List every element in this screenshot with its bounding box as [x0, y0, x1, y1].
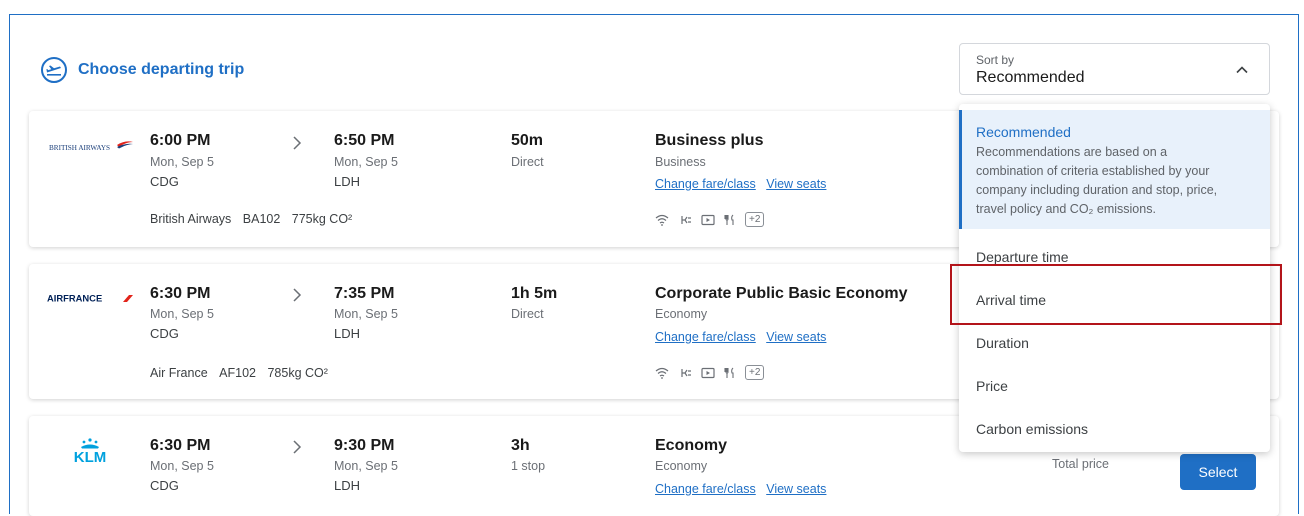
desc-line: travel policy and CO₂ emissions.	[976, 202, 1156, 216]
sort-option-label: Duration	[976, 334, 1029, 351]
sort-option-arrival-time[interactable]: Arrival time	[959, 278, 1270, 321]
departure-date: Mon, Sep 5	[150, 459, 214, 473]
view-seats-link[interactable]: View seats	[766, 330, 826, 344]
co2-emissions: 775kg CO²	[291, 212, 353, 226]
ba-logo-text: BRITISH AIRWAYS	[49, 144, 110, 152]
klm-logo: KLM	[69, 437, 111, 472]
arrival-date: Mon, Sep 5	[334, 155, 398, 169]
departure-time: 6:00 PM	[150, 132, 211, 149]
sort-option-carbon-emissions[interactable]: Carbon emissions	[959, 407, 1270, 450]
cabin-class: Economy	[655, 307, 708, 321]
flight-number: AF102	[219, 366, 256, 380]
british-airways-logo-icon: BRITISH AIRWAYS	[49, 141, 133, 152]
flight-duration: 50m	[511, 132, 544, 149]
airline-name: Air France	[150, 366, 208, 380]
amenities: +2	[655, 365, 765, 380]
sort-options-menu: Recommended Recommendations are based on…	[959, 104, 1270, 452]
arrival-date: Mon, Sep 5	[334, 459, 398, 473]
more-amenities-badge[interactable]: +2	[745, 212, 765, 227]
entertainment-icon	[701, 367, 715, 378]
change-fare-link[interactable]: Change fare/class	[655, 482, 756, 496]
meal-icon	[724, 367, 734, 378]
power-outlet-icon	[681, 368, 691, 377]
arrival-time: 6:50 PM	[334, 132, 395, 149]
arrival-time: 7:35 PM	[334, 285, 395, 302]
meal-icon	[724, 214, 734, 225]
sort-by-value: Recommended	[976, 69, 1085, 86]
power-outlet-icon	[681, 215, 691, 224]
chevron-right-icon	[293, 136, 302, 150]
arrival-airport: LDH	[334, 478, 361, 493]
airline-name: British Airways	[150, 212, 232, 226]
british-airways-logo: BRITISH AIRWAYS	[49, 139, 133, 158]
arrival-airport: LDH	[334, 174, 361, 189]
sort-option-duration[interactable]: Duration	[959, 321, 1270, 364]
fare-name: Corporate Public Basic Economy	[655, 285, 908, 302]
fare-name: Business plus	[655, 132, 764, 149]
flight-duration: 1h 5m	[511, 285, 558, 302]
departure-date: Mon, Sep 5	[150, 155, 214, 169]
arrival-time: 9:30 PM	[334, 437, 395, 454]
arrival-airport: LDH	[334, 326, 361, 341]
view-seats-link[interactable]: View seats	[766, 482, 826, 496]
sort-option-description: Recommendations are based on a combinati…	[976, 143, 1217, 219]
desc-line: combination of criteria established by y…	[976, 164, 1210, 178]
flight-number: BA102	[242, 212, 281, 226]
af-logo-text: AIRFRANCE	[47, 293, 102, 304]
departure-airport: CDG	[150, 326, 179, 341]
view-seats-link[interactable]: View seats	[766, 177, 826, 191]
klm-logo-icon: KLM	[74, 438, 107, 466]
departure-date: Mon, Sep 5	[150, 307, 214, 321]
change-fare-link[interactable]: Change fare/class	[655, 177, 756, 191]
departure-airport: CDG	[150, 174, 179, 189]
select-button[interactable]: Select	[1180, 454, 1256, 490]
entertainment-icon	[701, 214, 715, 225]
plane-circle-icon	[41, 57, 67, 83]
total-price-label: Total price	[1052, 457, 1109, 471]
flight-duration: 3h	[511, 437, 530, 454]
flight-meta: Air France AF102 785kg CO²	[150, 366, 328, 380]
sort-option-price[interactable]: Price	[959, 364, 1270, 407]
wifi-icon	[655, 367, 669, 379]
flight-stops: Direct	[511, 307, 544, 321]
amenities: +2	[655, 212, 765, 227]
trip-header: Choose departing trip	[40, 56, 244, 84]
sort-option-recommended[interactable]: Recommended Recommendations are based on…	[959, 110, 1270, 229]
flight-meta: British Airways BA102 775kg CO²	[150, 212, 352, 226]
change-fare-link[interactable]: Change fare/class	[655, 330, 756, 344]
departure-time: 6:30 PM	[150, 285, 211, 302]
flight-stops: 1 stop	[511, 459, 546, 473]
more-amenities-badge[interactable]: +2	[745, 365, 765, 380]
klm-logo-text: KLM	[74, 449, 107, 466]
sort-option-label: Arrival time	[976, 291, 1047, 308]
sort-by-label: Sort by	[976, 53, 1015, 67]
chevron-right-icon	[293, 440, 302, 454]
wifi-icon	[655, 214, 669, 226]
arrival-date: Mon, Sep 5	[334, 307, 398, 321]
desc-line: company including duration and stop, pri…	[976, 183, 1218, 197]
desc-line: Recommendations are based on a	[976, 145, 1168, 159]
sort-option-departure-time[interactable]: Departure time	[959, 235, 1270, 278]
sort-option-label: Price	[976, 377, 1008, 394]
cabin-class: Business	[655, 155, 706, 169]
sort-option-label: Recommended	[976, 124, 1071, 140]
departure-airport: CDG	[150, 478, 179, 493]
sort-by-dropdown[interactable]: Sort by Recommended	[959, 43, 1270, 95]
page-title: Choose departing trip	[78, 61, 245, 78]
sort-option-label: Carbon emissions	[976, 420, 1089, 437]
cabin-class: Economy	[655, 459, 708, 473]
co2-emissions: 785kg CO²	[267, 366, 328, 380]
chevron-up-icon[interactable]	[1235, 63, 1249, 77]
fare-name: Economy	[655, 437, 728, 454]
departure-time: 6:30 PM	[150, 437, 211, 454]
air-france-logo: AIRFRANCE	[47, 291, 135, 310]
air-france-logo-icon: AIRFRANCE	[47, 293, 133, 304]
flight-stops: Direct	[511, 155, 544, 169]
sort-option-label: Departure time	[976, 248, 1069, 265]
chevron-right-icon	[293, 288, 302, 302]
